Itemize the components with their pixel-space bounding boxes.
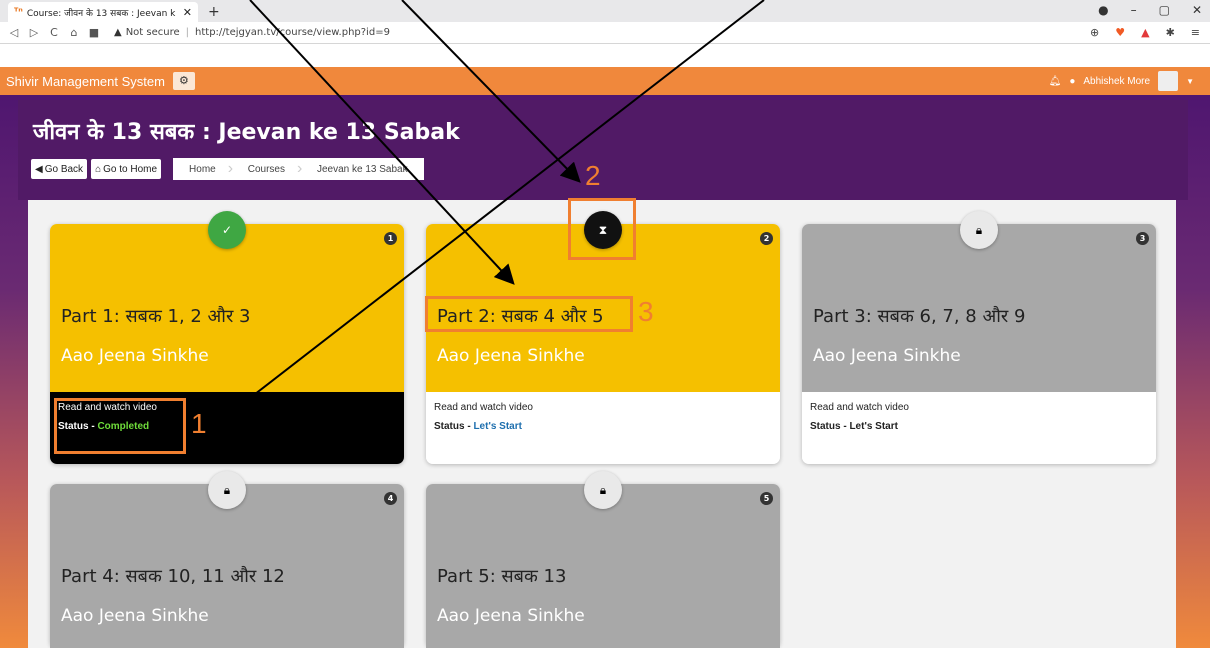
part-title: Part 4: सबक 10, 11 और 12 — [61, 566, 285, 587]
browser-extensions: ⊕ ♥ ▲ ✱ ≡ — [1090, 26, 1200, 39]
window-controls: ● – ▢ ✕ — [1098, 3, 1202, 17]
lock-icon: 🔒︎ — [584, 471, 622, 509]
lock-icon: 🔒︎ — [960, 211, 998, 249]
minimize-icon[interactable]: – — [1131, 3, 1137, 17]
zoom-icon[interactable]: ⊕ — [1090, 26, 1099, 39]
brave-rewards-icon[interactable]: ▲ — [1141, 26, 1149, 39]
card-description: Read and watch video — [434, 402, 533, 413]
lock-icon: 🔒︎ — [208, 471, 246, 509]
part-number-badge: 4 — [384, 492, 397, 505]
annotation-box-1 — [54, 398, 186, 454]
go-home-button[interactable]: ⌂ Go to Home — [91, 159, 162, 179]
home-icon: ⌂ — [95, 163, 102, 175]
card-body: ✓ 1 Part 1: सबक 1, 2 और 3 Aao Jeena Sink… — [50, 211, 404, 392]
go-back-button[interactable]: ◀ Go Back — [31, 159, 88, 179]
part-subtitle: Aao Jeena Sinkhe — [437, 346, 585, 366]
breadcrumb-courses[interactable]: Courses — [228, 160, 301, 178]
card-footer: Read and watch video Status - Let's Star… — [802, 392, 1156, 464]
messages-icon[interactable]: ● — [1069, 76, 1075, 87]
site-favicon-icon: ᵀⁿ — [14, 6, 23, 18]
course-part-card-4[interactable]: 🔒︎ 4 Part 4: सबक 10, 11 और 12 Aao Jeena … — [50, 471, 404, 648]
course-part-card-2[interactable]: ⧗ 2 Part 2: सबक 4 और 5 Aao Jeena Sinkhe … — [426, 211, 780, 464]
notification-bell-icon[interactable]: 🔔︎ — [1049, 76, 1062, 87]
part-number-badge: 3 — [1136, 232, 1149, 245]
breadcrumb: Home Courses Jeevan ke 13 Sabak — [173, 158, 424, 180]
status-prefix: Status - — [810, 421, 850, 432]
status-line: Status - Let's Start — [434, 421, 772, 432]
home-icon[interactable]: ⌂ — [64, 26, 84, 39]
course-part-card-3[interactable]: 🔒︎ 3 Part 3: सबक 6, 7, 8 और 9 Aao Jeena … — [802, 211, 1156, 464]
breadcrumb-course[interactable]: Jeevan ke 13 Sabak — [297, 160, 424, 178]
browser-tab[interactable]: ᵀⁿ Course: जीवन के 13 सबक : Jeevan k ✕ — [8, 2, 198, 22]
user-name[interactable]: Abhishek More — [1083, 76, 1150, 87]
status-prefix: Status - — [434, 421, 474, 432]
reload-icon[interactable]: C — [44, 26, 64, 39]
breadcrumb-home[interactable]: Home — [173, 164, 232, 175]
card-body: 🔒︎ 4 Part 4: सबक 10, 11 और 12 Aao Jeena … — [50, 471, 404, 648]
part-subtitle: Aao Jeena Sinkhe — [437, 606, 585, 626]
check-icon: ✓ — [208, 211, 246, 249]
part-title: Part 1: सबक 1, 2 और 3 — [61, 306, 251, 327]
card-body: 🔒︎ 5 Part 5: सबक 13 Aao Jeena Sinkhe — [426, 471, 780, 648]
annotation-number-3: 3 — [638, 296, 654, 327]
annotation-box-2 — [568, 198, 636, 260]
annotation-number-2: 2 — [585, 160, 601, 191]
menu-icon[interactable]: ≡ — [1191, 26, 1200, 39]
part-number-badge: 2 — [760, 232, 773, 245]
part-subtitle: Aao Jeena Sinkhe — [61, 606, 209, 626]
url-field[interactable]: ▲ Not secure | http://tejgyan.tv/course/… — [114, 27, 390, 38]
status-link[interactable]: Let's Start — [473, 421, 522, 432]
user-area: 🔔︎ ● Abhishek More ▼ — [1049, 71, 1194, 91]
browser-tabbar: ᵀⁿ Course: जीवन के 13 सबक : Jeevan k ✕ +… — [0, 0, 1210, 22]
address-bar: ◁ ▷ C ⌂ ■ ▲ Not secure | http://tejgyan.… — [0, 22, 1210, 44]
app-title[interactable]: Shivir Management System — [6, 74, 165, 89]
app-header: Shivir Management System ⚙ 🔔︎ ● Abhishek… — [0, 67, 1210, 95]
annotation-number-1: 1 — [191, 408, 207, 439]
forward-icon[interactable]: ▷ — [24, 26, 44, 39]
part-title: Part 3: सबक 6, 7, 8 और 9 — [813, 306, 1026, 327]
back-icon[interactable]: ◁ — [4, 26, 24, 39]
profile-icon[interactable]: ● — [1098, 3, 1108, 17]
go-home-label: Go to Home — [103, 163, 158, 175]
brave-shield-icon[interactable]: ♥ — [1115, 26, 1125, 39]
url-text: http://tejgyan.tv/course/view.php?id=9 — [195, 27, 390, 38]
course-part-card-5[interactable]: 🔒︎ 5 Part 5: सबक 13 Aao Jeena Sinkhe — [426, 471, 780, 648]
extensions-icon[interactable]: ✱ — [1166, 26, 1175, 39]
part-subtitle: Aao Jeena Sinkhe — [813, 346, 961, 366]
url-separator: | — [185, 27, 190, 38]
part-subtitle: Aao Jeena Sinkhe — [61, 346, 209, 366]
annotation-box-3 — [425, 296, 633, 332]
card-description: Read and watch video — [810, 402, 909, 413]
part-number-badge: 5 — [760, 492, 773, 505]
avatar[interactable] — [1158, 71, 1179, 91]
go-back-label: Go Back — [44, 163, 84, 175]
hero-banner — [18, 100, 1188, 200]
chevron-down-icon[interactable]: ▼ — [1186, 77, 1194, 86]
close-tab-icon[interactable]: ✕ — [183, 6, 192, 19]
page-title: जीवन के 13 सबक : Jeevan ke 13 Sabak — [33, 120, 460, 145]
settings-cog-button[interactable]: ⚙ — [172, 72, 195, 90]
arrow-left-icon: ◀ — [35, 163, 43, 175]
part-title: Part 5: सबक 13 — [437, 566, 567, 587]
close-window-icon[interactable]: ✕ — [1192, 3, 1202, 17]
warning-icon: ▲ — [114, 27, 122, 38]
card-body: 🔒︎ 3 Part 3: सबक 6, 7, 8 और 9 Aao Jeena … — [802, 211, 1156, 392]
part-number-badge: 1 — [384, 232, 397, 245]
bookmark-icon[interactable]: ■ — [84, 26, 104, 39]
status-line: Status - Let's Start — [810, 421, 1148, 432]
toolbar: ◀ Go Back ⌂ Go to Home Home Courses Jeev… — [31, 158, 424, 180]
status-text: Let's Start — [849, 421, 898, 432]
tab-title: Course: जीवन के 13 सबक : Jeevan k — [26, 8, 176, 19]
maximize-icon[interactable]: ▢ — [1159, 3, 1170, 17]
card-footer: Read and watch video Status - Let's Star… — [426, 392, 780, 464]
new-tab-button[interactable]: + — [208, 4, 220, 20]
security-label: Not secure — [125, 27, 180, 38]
